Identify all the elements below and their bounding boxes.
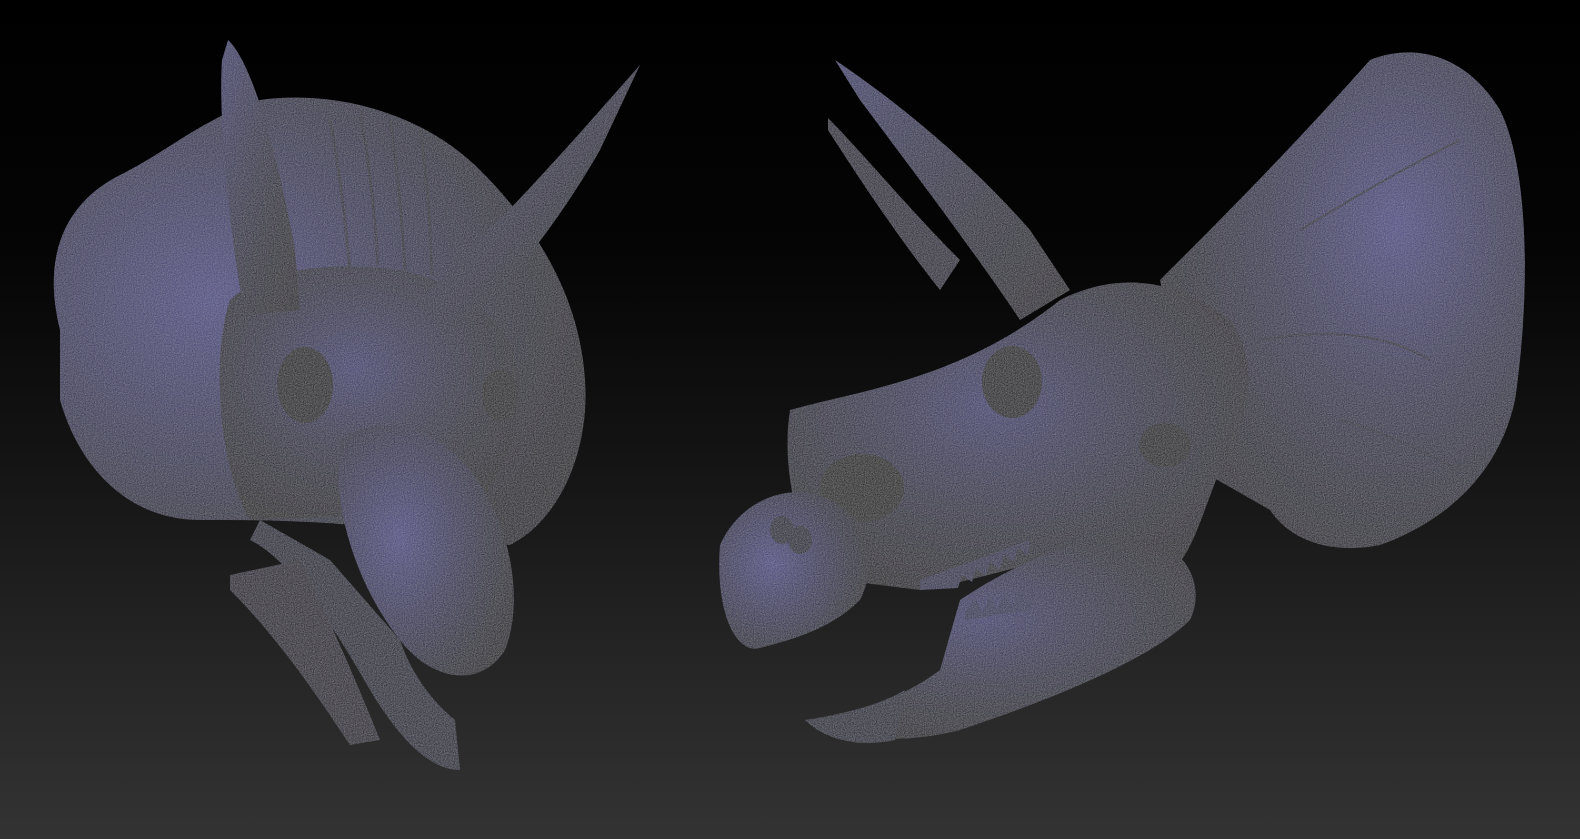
sculpt-viewport[interactable]: [0, 0, 1580, 839]
triceratops-skull-side-view: [719, 52, 1525, 744]
triceratops-skull-front-view: [53, 40, 640, 770]
render-canvas: [53, 40, 1525, 770]
